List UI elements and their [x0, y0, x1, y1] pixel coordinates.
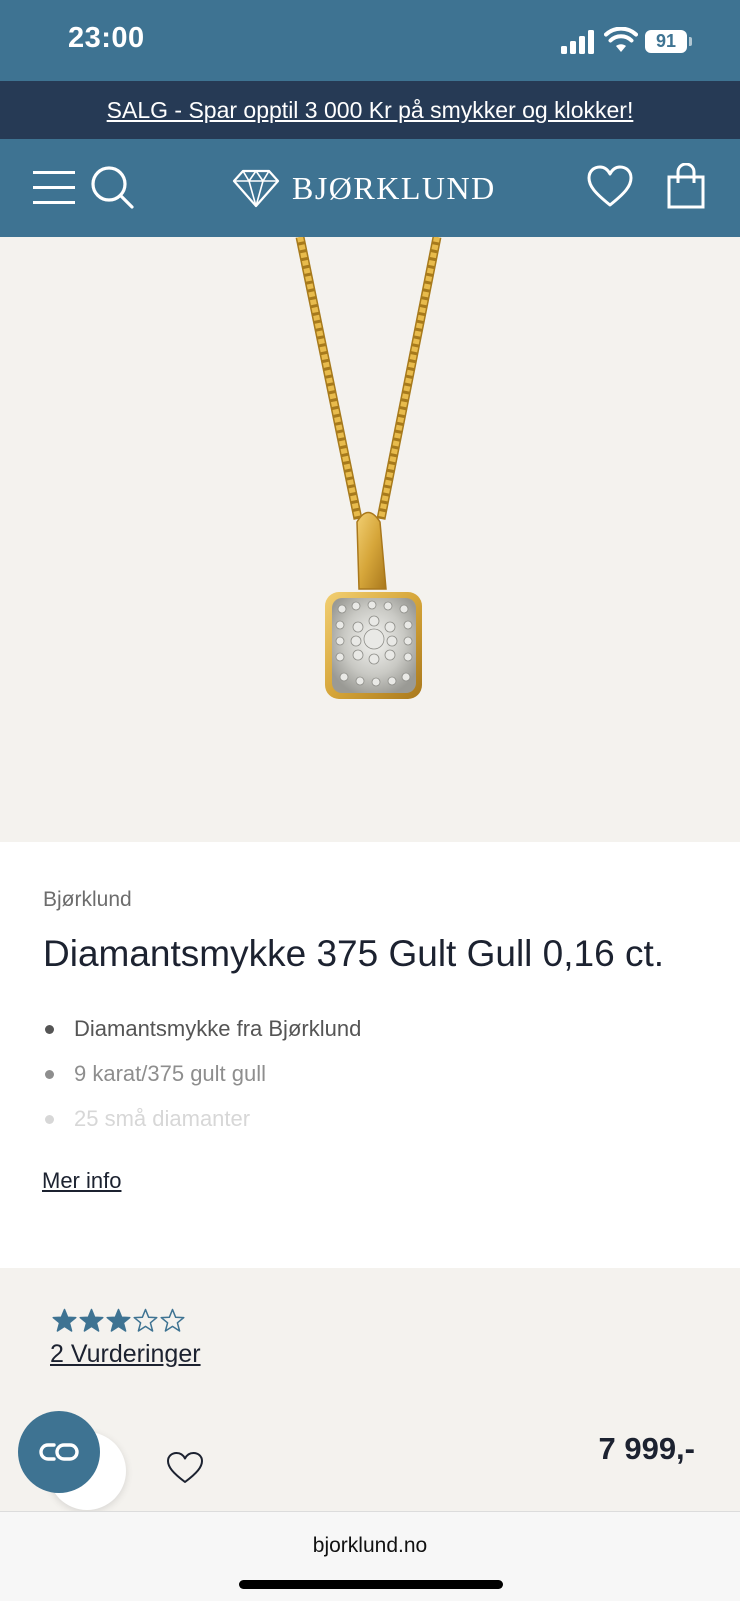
- shopping-bag-icon[interactable]: [666, 163, 706, 209]
- product-image[interactable]: [0, 236, 740, 842]
- url-text[interactable]: bjorklund.no: [0, 1534, 740, 1558]
- product-title: Diamantsmykke 375 Gult Gull 0,16 ct.: [43, 933, 665, 974]
- star-empty-icon: [160, 1308, 185, 1332]
- product-brand[interactable]: Bjørklund: [43, 888, 132, 912]
- star-filled-icon: [79, 1308, 104, 1332]
- feature-item: 9 karat/375 gult gull: [44, 1059, 361, 1104]
- purchase-section: 2 Vurderinger 7 999,-: [0, 1268, 740, 1511]
- star-filled-icon: [52, 1308, 77, 1332]
- heart-icon[interactable]: [587, 165, 633, 209]
- star-filled-icon: [106, 1308, 131, 1332]
- product-price: 7 999,-: [598, 1431, 695, 1466]
- chat-button[interactable]: [18, 1411, 100, 1493]
- chat-icon: [39, 1443, 79, 1461]
- brand-logo[interactable]: BJØRKLUND: [232, 165, 496, 211]
- home-indicator[interactable]: [239, 1580, 503, 1589]
- status-time: 23:00: [68, 22, 145, 54]
- product-info: Bjørklund Diamantsmykke 375 Gult Gull 0,…: [0, 842, 740, 1268]
- status-bar: 23:00 91: [0, 0, 740, 81]
- cellular-signal-icon: [561, 30, 594, 54]
- battery-tip: [689, 37, 692, 46]
- feature-list: Diamantsmykke fra Bjørklund 9 karat/375 …: [44, 1014, 361, 1149]
- promo-banner-link[interactable]: SALG - Spar opptil 3 000 Kr på smykker o…: [0, 81, 740, 139]
- reviews-link[interactable]: 2 Vurderinger: [50, 1340, 201, 1369]
- feature-item: 25 små diamanter: [44, 1104, 361, 1149]
- logo-text: BJØRKLUND: [292, 169, 496, 206]
- battery-icon: 91: [645, 30, 687, 53]
- search-icon[interactable]: [90, 165, 134, 209]
- diamond-logo-icon: [232, 169, 280, 208]
- pendant-necklace-image: [295, 236, 442, 699]
- wifi-icon: [604, 27, 638, 52]
- browser-address-bar[interactable]: bjorklund.no: [0, 1511, 740, 1601]
- wishlist-heart-icon[interactable]: [166, 1451, 204, 1485]
- battery-level: 91: [655, 31, 677, 51]
- rating-stars[interactable]: [52, 1308, 185, 1333]
- menu-icon[interactable]: [33, 169, 75, 207]
- star-empty-icon: [133, 1308, 158, 1332]
- more-info-link[interactable]: Mer info: [42, 1168, 121, 1194]
- site-header: BJØRKLUND: [0, 139, 740, 237]
- feature-item: Diamantsmykke fra Bjørklund: [44, 1014, 361, 1059]
